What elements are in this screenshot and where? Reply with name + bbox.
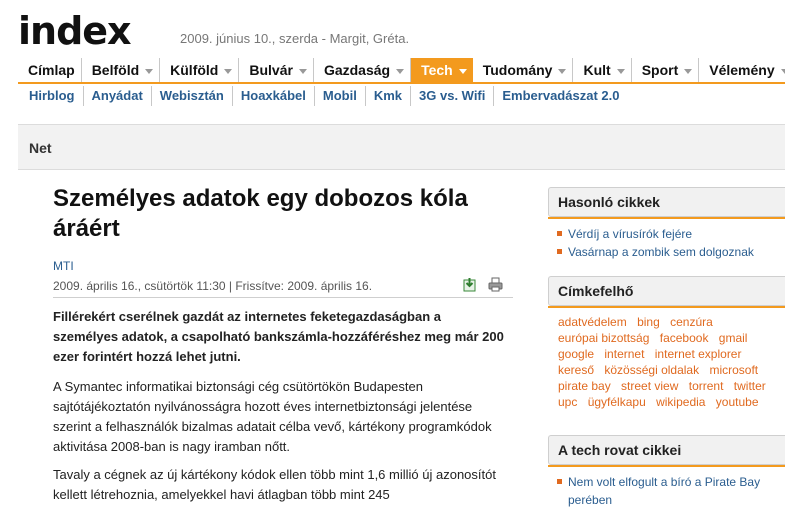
subnav-item[interactable]: 3G vs. Wifi <box>411 86 495 106</box>
nav-item-gazdasag[interactable]: Gazdaság <box>314 58 412 82</box>
tag-link[interactable]: twitter <box>734 379 766 393</box>
subnav-item[interactable]: Embervadászat 2.0 <box>494 86 627 106</box>
list-item[interactable]: Vérdíj a vírusírók fejére <box>557 225 785 243</box>
tag-link[interactable]: upc <box>558 395 577 409</box>
tag-link[interactable]: microsoft <box>709 363 758 377</box>
list-item[interactable]: Vasárnap a zombik sem dolgoznak <box>557 243 785 261</box>
tag-link[interactable]: internet explorer <box>655 347 742 361</box>
nav-label: Belföld <box>91 62 140 78</box>
divider <box>53 297 513 298</box>
nav-label: Vélemény <box>709 62 775 78</box>
divider <box>548 217 785 219</box>
article-paragraph: A Symantec informatikai biztonsági cég c… <box>53 379 492 454</box>
tag-link[interactable]: ügyfélkapu <box>588 395 646 409</box>
chevron-down-icon[interactable] <box>298 68 307 74</box>
tag-link[interactable]: európai bizottság <box>558 331 649 345</box>
tag-link[interactable]: adatvédelem <box>558 315 627 329</box>
nav-item-bulvar[interactable]: Bulvár <box>239 58 314 82</box>
nav-item-tudomany[interactable]: Tudomány <box>473 58 574 82</box>
nav-label: Külföld <box>170 62 219 78</box>
article: Személyes adatok egy dobozos kóla áráért… <box>53 184 513 502</box>
nav-item-velemeny[interactable]: Vélemény <box>699 58 785 82</box>
date-line: 2009. június 10., szerda - Margit, Gréta… <box>180 31 410 46</box>
subnav-item[interactable]: Kmk <box>366 86 412 106</box>
tag-link[interactable]: pirate bay <box>558 379 611 393</box>
article-lead: Fillérekért cserélnek gazdát az internet… <box>53 309 504 364</box>
nav-label: Címlap <box>28 62 75 78</box>
subnav-item[interactable]: Mobil <box>315 86 366 106</box>
subnav-item[interactable]: Anyádat <box>84 86 152 106</box>
tag-link[interactable]: google <box>558 347 594 361</box>
nav-label: Tech <box>421 62 453 78</box>
main-nav: Címlap Belföld Külföld Bulvár Gazdaság T… <box>18 58 785 84</box>
print-icon[interactable] <box>488 277 503 292</box>
divider <box>548 306 785 308</box>
chevron-down-icon[interactable] <box>616 68 625 74</box>
tech-articles-box: A tech rovat cikkei Nem volt elfogult a … <box>548 435 785 509</box>
nav-label: Gazdaság <box>323 62 391 78</box>
nav-item-cimlap[interactable]: Címlap <box>18 58 82 82</box>
nav-label: Bulvár <box>249 62 293 78</box>
nav-item-sport[interactable]: Sport <box>632 58 700 82</box>
nav-label: Kult <box>583 62 611 78</box>
box-title: A tech rovat cikkei <box>548 435 785 465</box>
tag-link[interactable]: bing <box>637 315 660 329</box>
chevron-down-icon[interactable] <box>145 68 154 74</box>
chevron-down-icon[interactable] <box>780 68 785 74</box>
tag-link[interactable]: wikipedia <box>656 395 705 409</box>
nav-item-belfold[interactable]: Belföld <box>82 58 161 82</box>
tag-link[interactable]: torrent <box>689 379 724 393</box>
chevron-down-icon[interactable] <box>224 68 233 74</box>
article-tools <box>463 277 503 292</box>
similar-articles-box: Hasonló cikkek Vérdíj a vírusírók fejére… <box>548 187 785 261</box>
tag-link[interactable]: internet <box>604 347 644 361</box>
tag-link[interactable]: gmail <box>719 331 748 345</box>
nav-item-tech[interactable]: Tech <box>411 58 473 82</box>
tag-link[interactable]: közösségi oldalak <box>604 363 699 377</box>
subnav-item[interactable]: Hirblog <box>18 86 84 106</box>
article-paragraph: Tavaly a cégnek az új kártékony kódok el… <box>53 467 496 502</box>
nav-item-kult[interactable]: Kult <box>573 58 632 82</box>
tag-link[interactable]: youtube <box>716 395 759 409</box>
save-icon[interactable] <box>463 277 478 292</box>
article-author[interactable]: MTI <box>53 259 74 273</box>
tag-cloud: adatvédelem bing cenzúra európai bizotts… <box>558 314 785 410</box>
nav-label: Sport <box>641 62 679 78</box>
chevron-down-icon[interactable] <box>558 68 567 74</box>
site-logo[interactable]: index <box>18 12 132 50</box>
list-item[interactable]: Nem volt elfogult a bíró a Pirate Bay pe… <box>557 473 785 509</box>
header: index 2009. június 10., szerda - Margit,… <box>0 0 785 55</box>
tag-link[interactable]: kereső <box>558 363 594 377</box>
article-headline: Személyes adatok egy dobozos kóla áráért <box>53 185 468 242</box>
nav-item-kulfold[interactable]: Külföld <box>160 58 240 82</box>
subnav-item[interactable]: Webisztán <box>152 86 233 106</box>
box-title: Hasonló cikkek <box>548 187 785 217</box>
tag-cloud-box: Címkefelhő adatvédelem bing cenzúra euró… <box>548 276 785 410</box>
tag-link[interactable]: facebook <box>660 331 709 345</box>
tag-link[interactable]: cenzúra <box>670 315 713 329</box>
section-bar: Net <box>18 124 785 170</box>
box-title: Címkefelhő <box>548 276 785 306</box>
sub-nav: Hirblog Anyádat Webisztán Hoaxkábel Mobi… <box>18 86 627 106</box>
article-meta: 2009. április 16., csütörtök 11:30 | Fri… <box>53 279 373 293</box>
chevron-down-icon[interactable] <box>396 68 405 74</box>
section-title[interactable]: Net <box>29 140 52 156</box>
subnav-item[interactable]: Hoaxkábel <box>233 86 315 106</box>
chevron-down-icon[interactable] <box>458 68 467 74</box>
divider <box>548 465 785 467</box>
tag-link[interactable]: street view <box>621 379 678 393</box>
nav-label: Tudomány <box>482 62 553 78</box>
chevron-down-icon[interactable] <box>684 68 693 74</box>
